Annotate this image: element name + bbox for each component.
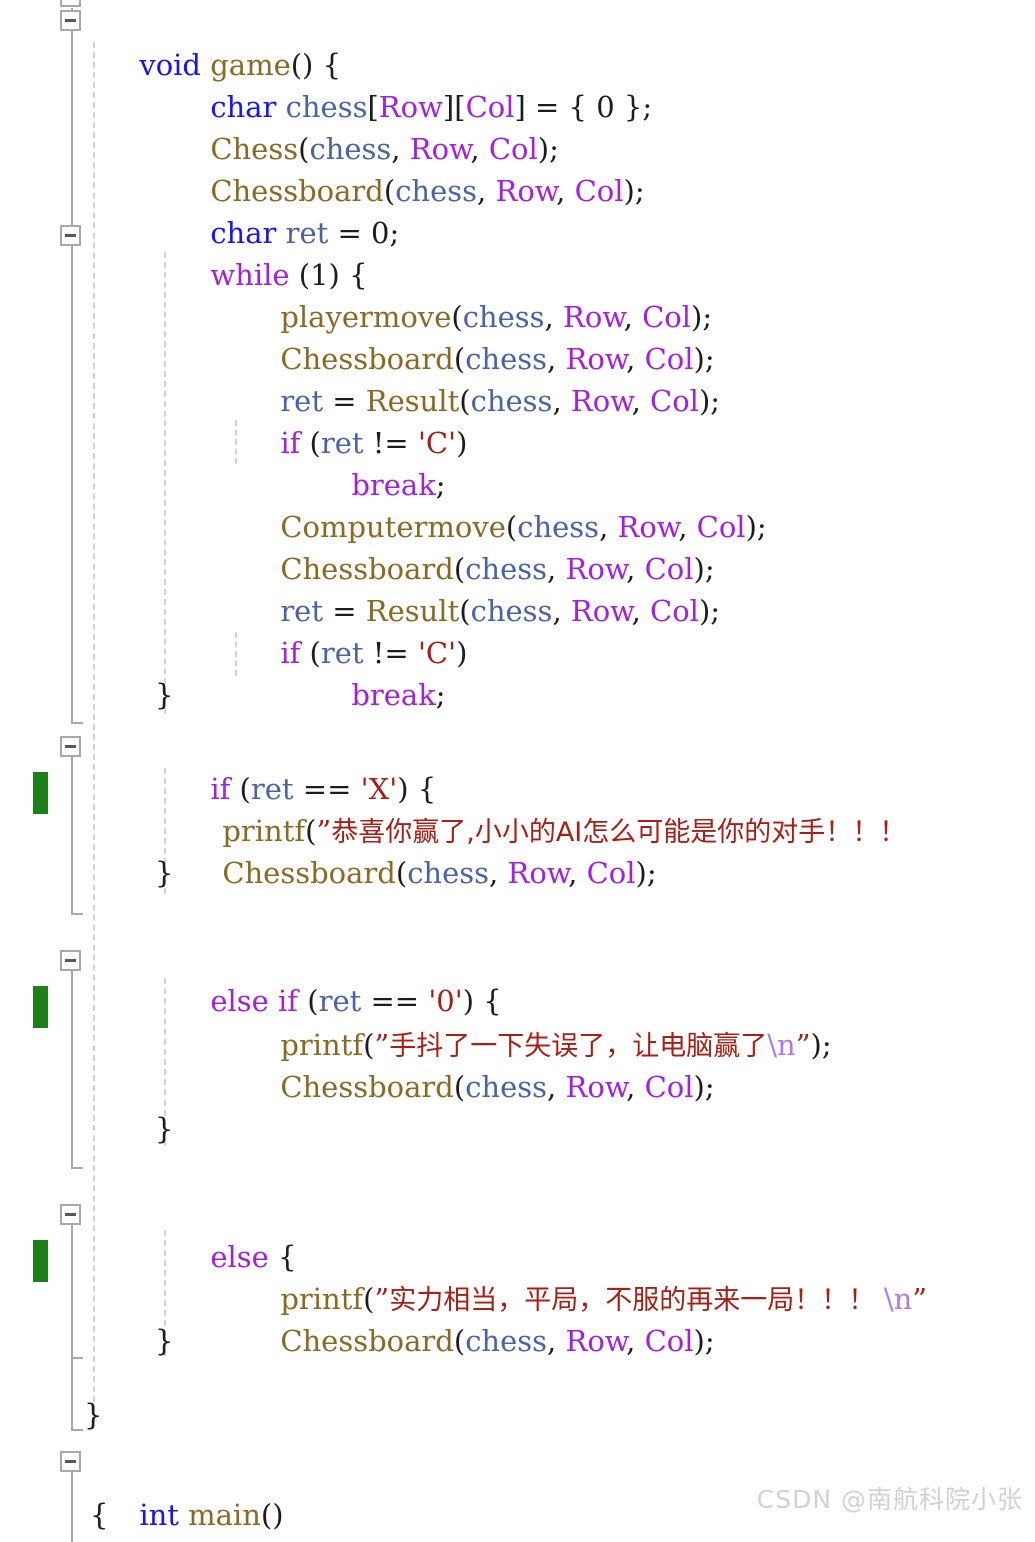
code-line-3[interactable]: Chess(chess, Row, Col);	[0, 86, 1035, 166]
code-line-15[interactable]: if (ret != 'C')	[0, 590, 1035, 670]
code-line-23[interactable]: else if (ret == '0') {	[0, 938, 1035, 1018]
code-line-16[interactable]: break;	[0, 632, 1035, 712]
code-line-4[interactable]: Chessboard(chess, Row, Col);	[0, 128, 1035, 208]
code-editor-surface[interactable]: void game() { char chess[Row][Col] = { 0…	[0, 0, 1035, 1542]
code-line-14[interactable]: ret = Result(chess, Row, Col);	[0, 548, 1035, 628]
fold-end-if-x	[71, 913, 83, 915]
code-line-27[interactable]: }	[0, 1108, 1035, 1150]
code-line-12[interactable]: Computermove(chess, Row, Col);	[0, 464, 1035, 544]
token-var-chess: chess	[465, 1070, 548, 1104]
code-line-18[interactable]: if (ret == 'X') {	[0, 726, 1035, 806]
token-open-brace-main: {	[90, 1498, 109, 1532]
token-macro-col: Col	[644, 1070, 694, 1104]
code-line-34[interactable]: }	[0, 1394, 1035, 1436]
code-line-11[interactable]: break;	[0, 422, 1035, 502]
code-line-24[interactable]: printf(”手抖了一下失误了，让电脑赢了\n”);	[0, 982, 1035, 1062]
code-line-29[interactable]: else {	[0, 1194, 1035, 1274]
code-line-6[interactable]: while (1) {	[0, 212, 1035, 292]
code-line-7[interactable]: playermove(chess, Row, Col);	[0, 254, 1035, 334]
code-line-32[interactable]: }	[0, 1320, 1035, 1362]
token-close-brace-game: }	[84, 1398, 103, 1432]
csdn-watermark: CSDN @南航科院小张	[756, 1485, 1023, 1514]
code-line-1[interactable]: void game() {	[0, 2, 1035, 82]
code-line-9[interactable]: ret = Result(chess, Row, Col);	[0, 338, 1035, 418]
code-line-2[interactable]: char chess[Row][Col] = { 0 };	[0, 44, 1035, 124]
code-line-5[interactable]: char ret = 0;	[0, 170, 1035, 250]
code-line-21[interactable]: }	[0, 852, 1035, 894]
code-line-25[interactable]: Chessboard(chess, Row, Col);	[0, 1024, 1035, 1104]
token-close-brace-else: }	[155, 1324, 174, 1358]
code-line-20[interactable]: Chessboard(chess, Row, Col);	[0, 810, 1035, 890]
code-line-8[interactable]: Chessboard(chess, Row, Col);	[0, 296, 1035, 376]
token-close-brace-else-if: }	[155, 1112, 174, 1146]
fold-end-else-if	[71, 1167, 83, 1169]
code-line-30[interactable]: printf(”实力相当，平局，不服的再来一局！！！ \n”	[0, 1236, 1035, 1316]
token-fn-Chessboard: Chessboard	[280, 1070, 454, 1104]
code-line-31[interactable]: Chessboard(chess, Row, Col);	[0, 1278, 1035, 1358]
code-line-10[interactable]: if (ret != 'C')	[0, 380, 1035, 460]
code-line-17[interactable]: }	[0, 674, 1035, 716]
token-close-brace-while: }	[155, 678, 174, 712]
fold-end-while	[71, 722, 83, 724]
token-macro-row: Row	[565, 1070, 627, 1104]
token-close-brace-if-x: }	[155, 856, 174, 890]
code-line-13[interactable]: Chessboard(chess, Row, Col);	[0, 506, 1035, 586]
code-line-19[interactable]: printf(”恭喜你赢了,小小的AI怎么可能是你的对手！！！	[0, 768, 1035, 848]
